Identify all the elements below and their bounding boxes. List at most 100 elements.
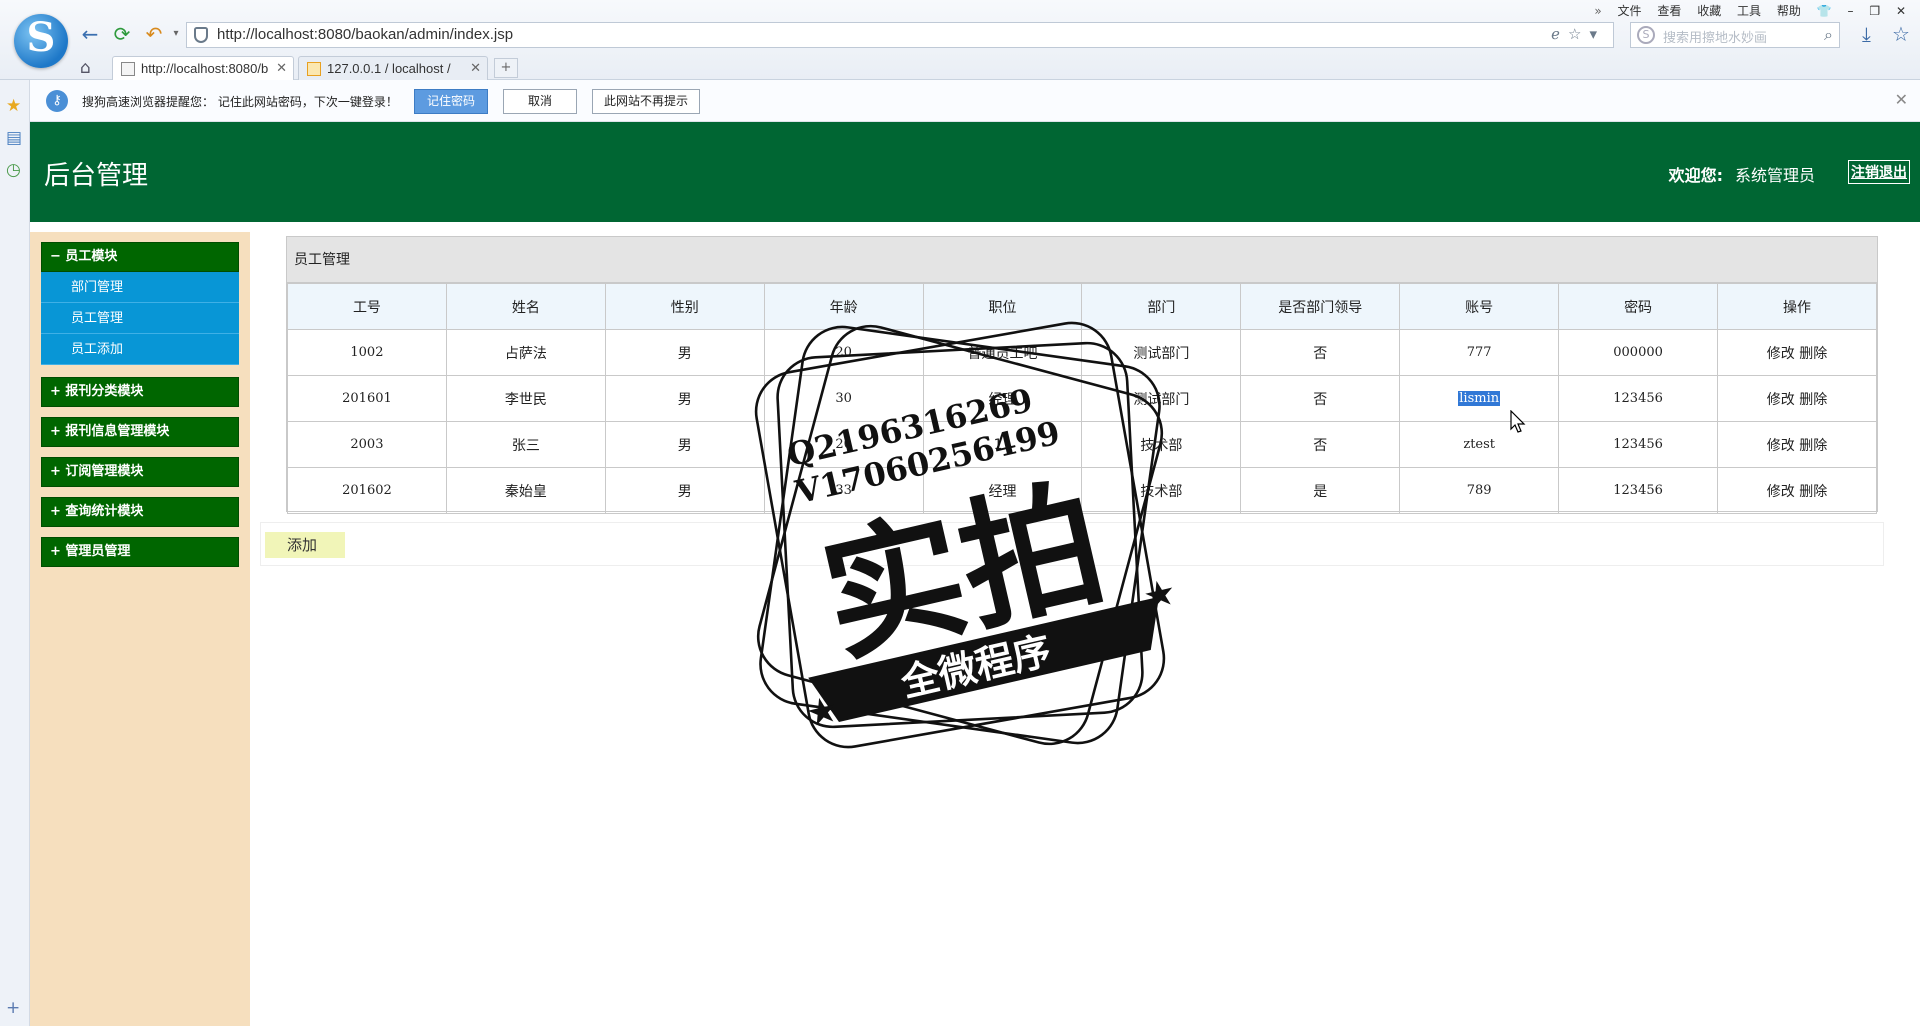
edit-link[interactable]: 修改 bbox=[1767, 484, 1795, 500]
ie-icon[interactable]: ℯ bbox=[1551, 25, 1568, 43]
cell-password: 000000 bbox=[1558, 329, 1719, 376]
cell-age: 33 bbox=[763, 467, 924, 514]
col-id: 工号 bbox=[287, 283, 447, 330]
table-row: 201601 李世民 男 30 经理 测试部门 否 lismin 123456 … bbox=[287, 375, 1877, 422]
home-icon[interactable]: ⌂ bbox=[80, 58, 91, 78]
address-actions[interactable]: ℯ☆▾ bbox=[1551, 25, 1605, 43]
edit-link[interactable]: 修改 bbox=[1767, 438, 1795, 454]
reader-icon[interactable]: ▤ bbox=[6, 128, 22, 148]
star-icon: ★ bbox=[802, 688, 843, 735]
col-name: 姓名 bbox=[445, 283, 606, 330]
sidebar-group-admin[interactable]: + 管理员管理 bbox=[41, 537, 239, 567]
cell-actions: 修改 删除 bbox=[1717, 421, 1877, 468]
cell-password: 123456 bbox=[1558, 375, 1719, 422]
delete-link[interactable]: 删除 bbox=[1799, 438, 1827, 454]
cell-actions: 修改 删除 bbox=[1717, 375, 1877, 422]
search-input[interactable]: 搜索用擦地水妙画 bbox=[1663, 27, 1767, 46]
delete-link[interactable]: 删除 bbox=[1799, 346, 1827, 362]
edit-link[interactable]: 修改 bbox=[1767, 346, 1795, 362]
skin-icon[interactable]: 👕 bbox=[1817, 4, 1832, 18]
sidebar-group-statistics[interactable]: + 查询统计模块 bbox=[41, 497, 239, 527]
table-row: 1002 占萨法 男 20 普通员工吧 测试部门 否 777 000000 修改… bbox=[287, 329, 1877, 376]
cell-dept: 测试部门 bbox=[1081, 329, 1242, 376]
page-title: 后台管理 bbox=[44, 161, 149, 191]
tab-label: 127.0.0.1 / localhost / bbox=[327, 61, 451, 76]
search-box[interactable]: S 搜索用擦地水妙画 ⌕ bbox=[1630, 22, 1840, 48]
cell-gender: 男 bbox=[604, 421, 765, 468]
sidebar-group-subscription[interactable]: + 订阅管理模块 bbox=[41, 457, 239, 487]
tab-phpmyadmin[interactable]: 127.0.0.1 / localhost / ✕ bbox=[298, 56, 488, 80]
close-icon[interactable]: ✕ bbox=[276, 60, 287, 76]
col-position: 职位 bbox=[922, 283, 1083, 330]
delete-link[interactable]: 删除 bbox=[1799, 484, 1827, 500]
add-icon[interactable]: + bbox=[6, 998, 20, 1018]
menu-file[interactable]: 文件 bbox=[1618, 4, 1642, 18]
restore-icon[interactable]: ❐ bbox=[1869, 4, 1880, 18]
sidebar-item-department[interactable]: 部门管理 bbox=[41, 272, 239, 303]
col-leader: 是否部门领导 bbox=[1240, 283, 1401, 330]
search-icon[interactable]: ⌕ bbox=[1824, 25, 1833, 45]
dropdown-icon[interactable]: ▾ bbox=[1589, 25, 1605, 43]
chevron-down-icon[interactable]: ▾ bbox=[164, 22, 188, 46]
cancel-button[interactable]: 取消 bbox=[503, 89, 577, 114]
undo-icon[interactable]: ↶ bbox=[142, 22, 166, 46]
cell-dept: 技术部 bbox=[1081, 421, 1242, 468]
sidebar-group-category[interactable]: + 报刊分类模块 bbox=[41, 377, 239, 407]
history-icon[interactable]: ◷ bbox=[6, 160, 21, 180]
cell-id: 2003 bbox=[287, 421, 447, 468]
edit-link[interactable]: 修改 bbox=[1767, 392, 1795, 408]
never-prompt-button[interactable]: 此网站不再提示 bbox=[592, 89, 700, 114]
menu-tools[interactable]: 工具 bbox=[1737, 4, 1761, 18]
cell-password: 123456 bbox=[1558, 467, 1719, 514]
cell-name: 李世民 bbox=[445, 375, 606, 422]
password-notification-bar: ⚷ 搜狗高速浏览器提醒您： 记住此网站密码，下次一键登录！ 记住密码 取消 此网… bbox=[30, 80, 1920, 122]
cell-actions: 修改 删除 bbox=[1717, 467, 1877, 514]
favorites-star-icon[interactable]: ★ bbox=[6, 96, 21, 116]
mouse-cursor-icon bbox=[1510, 410, 1526, 433]
table-row: 201602 秦始皇 男 33 经理 技术部 是 789 123456 修改 删… bbox=[287, 467, 1877, 514]
col-gender: 性别 bbox=[604, 283, 765, 330]
cell-password: 123456 bbox=[1558, 421, 1719, 468]
cell-account: ztest bbox=[1399, 421, 1560, 468]
page-icon bbox=[121, 62, 135, 76]
close-icon[interactable]: ✕ bbox=[1895, 90, 1908, 109]
cell-age: 20 bbox=[763, 421, 924, 468]
cell-dept: 技术部 bbox=[1081, 467, 1242, 514]
menu-favorites[interactable]: 收藏 bbox=[1697, 4, 1721, 18]
back-icon[interactable]: ← bbox=[78, 22, 102, 46]
favorite-icon[interactable]: ☆ bbox=[1892, 22, 1910, 46]
logout-link[interactable]: 注销退出 bbox=[1848, 160, 1910, 184]
search-engine-icon[interactable]: S bbox=[1637, 26, 1655, 44]
delete-link[interactable]: 删除 bbox=[1799, 392, 1827, 408]
tab-active[interactable]: http://localhost:8080/b ✕ bbox=[112, 56, 294, 80]
watermark-banner-text: 全微程序 bbox=[896, 628, 1055, 705]
cell-id: 1002 bbox=[287, 329, 447, 376]
cell-position: 经理 bbox=[922, 375, 1083, 422]
close-window-icon[interactable]: ✕ bbox=[1896, 4, 1906, 18]
cell-leader: 否 bbox=[1240, 329, 1401, 376]
star-icon[interactable]: ☆ bbox=[1568, 25, 1589, 43]
menu-view[interactable]: 查看 bbox=[1657, 4, 1681, 18]
more-icon[interactable]: » bbox=[1594, 4, 1601, 18]
col-account: 账号 bbox=[1399, 283, 1560, 330]
close-icon[interactable]: ✕ bbox=[470, 60, 481, 76]
new-tab-button[interactable]: + bbox=[494, 58, 518, 78]
address-text[interactable]: http://localhost:8080/baokan/admin/index… bbox=[217, 26, 513, 43]
add-button[interactable]: 添加 bbox=[265, 532, 345, 558]
address-bar[interactable]: http://localhost:8080/baokan/admin/index… bbox=[186, 22, 1614, 48]
cell-leader: 否 bbox=[1240, 375, 1401, 422]
cell-name: 秦始皇 bbox=[445, 467, 606, 514]
sidebar-item-employee-add[interactable]: 员工添加 bbox=[41, 334, 239, 365]
refresh-icon[interactable]: ⟳ bbox=[110, 22, 134, 46]
menu-help[interactable]: 帮助 bbox=[1777, 4, 1801, 18]
sidebar-group-newspaper[interactable]: + 报刊信息管理模块 bbox=[41, 417, 239, 447]
sidebar-item-employee-manage[interactable]: 员工管理 bbox=[41, 303, 239, 334]
download-icon[interactable]: ⤓ bbox=[1862, 22, 1871, 46]
cell-id: 201602 bbox=[287, 467, 447, 514]
col-dept: 部门 bbox=[1081, 283, 1242, 330]
minimize-icon[interactable]: – bbox=[1848, 4, 1854, 18]
cell-actions: 修改 删除 bbox=[1717, 329, 1877, 376]
app-header: 后台管理 欢迎您: 系统管理员 注销退出 bbox=[30, 122, 1920, 222]
sidebar-group-employee[interactable]: − 员工模块 bbox=[41, 242, 239, 272]
remember-password-button[interactable]: 记住密码 bbox=[414, 89, 488, 114]
